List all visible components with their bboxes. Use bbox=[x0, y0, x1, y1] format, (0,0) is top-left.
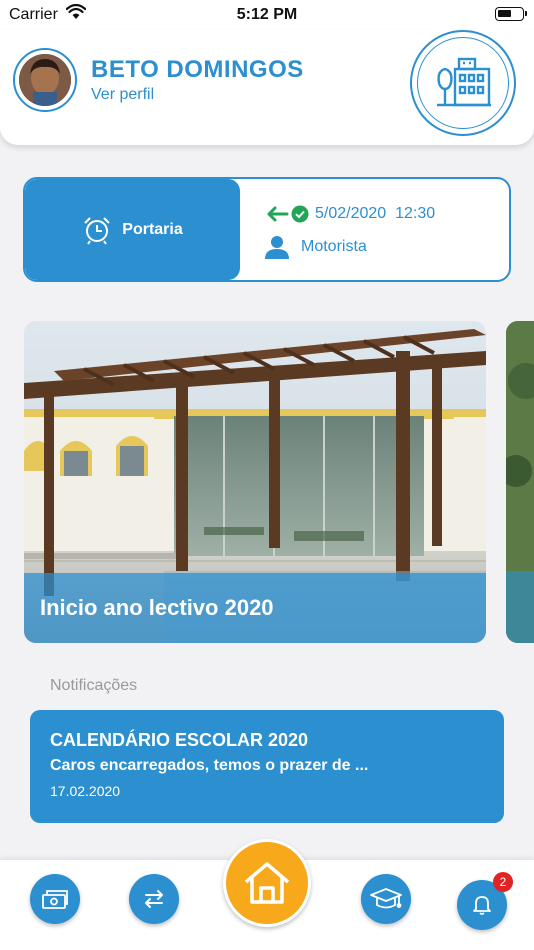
status-bar: Carrier 5:12 PM bbox=[0, 0, 534, 30]
profile-header: BETO DOMINGOS Ver perfil bbox=[0, 30, 534, 145]
news-carousel[interactable]: Inicio ano lectivo 2020 bbox=[24, 321, 534, 643]
nav-academics-button[interactable] bbox=[361, 874, 411, 924]
graduation-cap-icon bbox=[370, 888, 402, 909]
access-datetime: 5/02/2020 12:30 bbox=[315, 205, 436, 222]
access-card[interactable]: Portaria 5/02/2020 12:30 Motorista bbox=[23, 177, 511, 282]
access-time-row: 5/02/2020 12:30 bbox=[265, 205, 435, 223]
nav-transfers-button[interactable] bbox=[129, 874, 179, 924]
check-circle-icon bbox=[291, 205, 309, 223]
access-location-label: Portaria bbox=[122, 220, 183, 238]
notifications-heading: Notificações bbox=[50, 677, 138, 694]
avatar-photo bbox=[19, 54, 71, 106]
arrow-left-icon bbox=[267, 206, 289, 222]
bottom-nav: 2 bbox=[0, 839, 534, 950]
notification-card[interactable]: CALENDÁRIO ESCOLAR 2020 Caros encarregad… bbox=[30, 710, 504, 823]
clock: 5:12 PM bbox=[236, 6, 298, 23]
home-icon bbox=[244, 862, 290, 904]
notification-title: CALENDÁRIO ESCOLAR 2020 bbox=[50, 730, 309, 750]
carousel-slide[interactable]: Inicio ano lectivo 2020 bbox=[24, 321, 486, 643]
view-profile-link[interactable]: Ver perfil bbox=[91, 86, 154, 104]
school-building-icon bbox=[437, 57, 491, 107]
person-icon bbox=[265, 236, 289, 259]
battery-icon bbox=[495, 7, 527, 21]
slide-caption: Inicio ano lectivo 2020 bbox=[24, 573, 486, 643]
notification-badge: 2 bbox=[493, 872, 513, 892]
carousel-next-slide[interactable] bbox=[506, 321, 534, 643]
swap-arrows-icon bbox=[145, 890, 163, 908]
bell-icon bbox=[473, 896, 491, 915]
notification-preview: Caros encarregados, temos o prazer de ..… bbox=[50, 757, 369, 774]
alarm-clock-icon bbox=[84, 216, 110, 245]
access-person-row: Motorista bbox=[265, 235, 367, 259]
notification-date: 17.02.2020 bbox=[50, 783, 121, 799]
avatar[interactable] bbox=[13, 48, 77, 112]
nav-payments-button[interactable] bbox=[30, 874, 80, 924]
access-location: Portaria bbox=[25, 179, 240, 280]
access-person-role: Motorista bbox=[301, 238, 367, 255]
school-button[interactable] bbox=[410, 30, 516, 136]
nav-home-button[interactable] bbox=[223, 839, 311, 927]
nav-notifications-button[interactable]: 2 bbox=[457, 872, 513, 930]
money-icon bbox=[42, 890, 68, 909]
user-name: BETO DOMINGOS bbox=[91, 56, 304, 83]
